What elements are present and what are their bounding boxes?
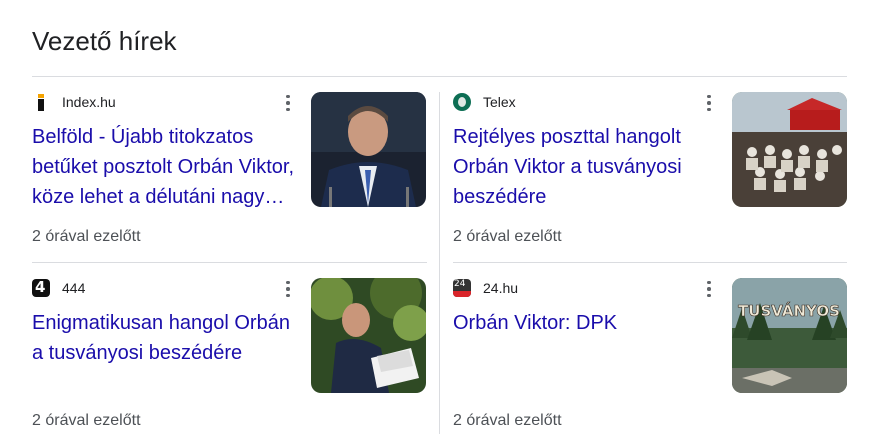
- news-card[interactable]: 24.hu Orbán Viktor: DPK 2 órával ezelőtt…: [453, 278, 848, 448]
- news-card[interactable]: 444 Enigmatikusan hangol Orbán a tusvány…: [32, 278, 427, 448]
- row-divider-left: [32, 262, 427, 263]
- row-divider-right: [453, 262, 847, 263]
- thumbnail-sign-text: TUSVÁNYOS: [738, 301, 840, 320]
- top-divider: [32, 76, 847, 77]
- source-row: 24.hu: [453, 278, 518, 298]
- headline-link[interactable]: Rejtélyes poszttal hangolt Orbán Viktor …: [453, 122, 718, 212]
- article-thumbnail[interactable]: [311, 92, 426, 207]
- source-row: Index.hu: [32, 92, 116, 112]
- headline-link[interactable]: Belföld - Újabb titokzatos betűket poszt…: [32, 122, 297, 212]
- 24hu-favicon-icon: [453, 279, 471, 297]
- source-name: 24.hu: [483, 280, 519, 296]
- telex-favicon-icon: [453, 93, 471, 111]
- article-thumbnail[interactable]: [311, 278, 426, 393]
- news-card[interactable]: Index.hu Belföld - Újabb titokzatos betű…: [32, 92, 427, 262]
- source-row: 4 44: [32, 278, 85, 298]
- headline-link[interactable]: Orbán Viktor: DPK: [453, 308, 718, 338]
- headline-link[interactable]: Enigmatikusan hangol Orbán a tusványosi …: [32, 308, 297, 368]
- article-thumbnail[interactable]: [732, 92, 847, 207]
- more-options-icon[interactable]: [701, 93, 717, 113]
- timestamp: 2 órával ezelőtt: [32, 412, 141, 429]
- section-title: Vezető hírek: [32, 26, 177, 56]
- more-options-icon[interactable]: [280, 279, 296, 299]
- source-name: Telex: [483, 94, 516, 110]
- timestamp: 2 órával ezelőtt: [453, 228, 562, 245]
- timestamp: 2 órával ezelőtt: [453, 412, 562, 429]
- more-options-icon[interactable]: [701, 279, 717, 299]
- source-name: 444: [62, 280, 86, 296]
- more-options-icon[interactable]: [280, 93, 296, 113]
- source-name: Index.hu: [62, 94, 116, 110]
- news-card[interactable]: Telex Rejtélyes poszttal hangolt Orbán V…: [453, 92, 848, 262]
- index-favicon-icon: [32, 93, 50, 111]
- article-thumbnail[interactable]: TUSVÁNYOS: [732, 278, 847, 393]
- 444-favicon-icon: [32, 279, 50, 297]
- timestamp: 2 órával ezelőtt: [32, 228, 141, 245]
- column-divider: [439, 92, 440, 434]
- source-row: Telex: [453, 92, 516, 112]
